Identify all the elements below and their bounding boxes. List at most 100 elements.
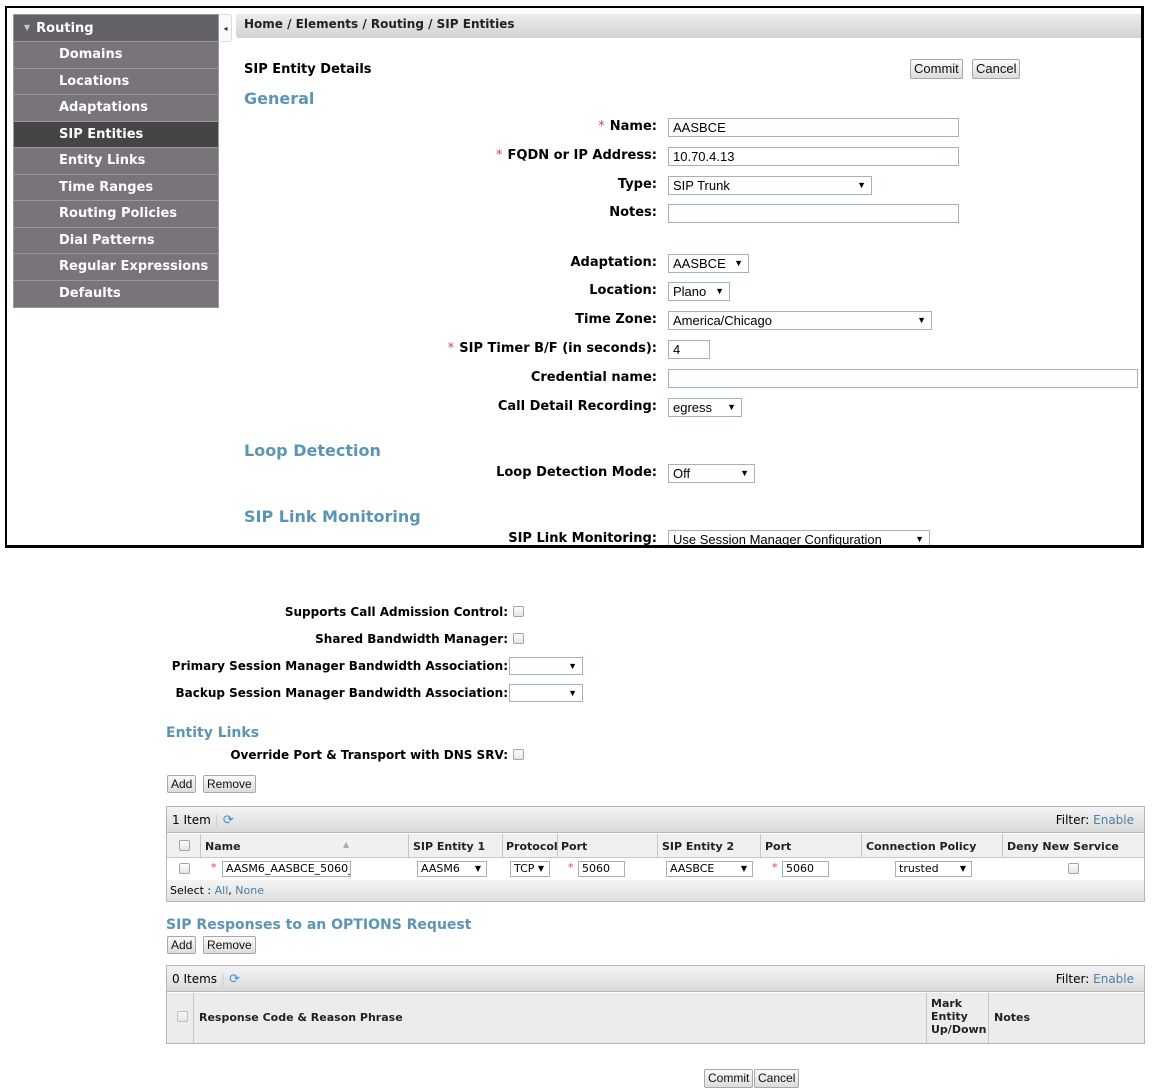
sip-entity-2-select[interactable]: AASBCE ▼ bbox=[666, 861, 753, 877]
column-mark-entity-up-down[interactable]: Mark Entity Up/Down bbox=[931, 997, 987, 1036]
column-response-code[interactable]: Response Code & Reason Phrase bbox=[199, 1011, 403, 1024]
fqdn-input[interactable]: 10.70.4.13 bbox=[668, 147, 959, 166]
sip-responses-remove-button[interactable]: Remove bbox=[203, 936, 256, 954]
select-all-checkbox[interactable] bbox=[179, 840, 190, 851]
sip-responses-table: 0 Items | ⟳ Filter: Enable Response Code &… bbox=[166, 965, 1145, 1044]
sidebar-item-defaults[interactable]: Defaults bbox=[14, 280, 218, 307]
item-count: 0 Items bbox=[172, 972, 218, 986]
column-deny-new-service[interactable]: Deny New Service bbox=[1007, 840, 1119, 853]
filter: Filter: Enable bbox=[1056, 807, 1134, 833]
deny-new-service-checkbox[interactable] bbox=[1068, 863, 1079, 874]
required-marker: * bbox=[211, 861, 217, 874]
dropdown-arrow-icon: ▼ bbox=[915, 534, 924, 544]
connection-policy-select[interactable]: trusted ▼ bbox=[895, 861, 972, 877]
sip-timer-input[interactable]: 4 bbox=[668, 340, 710, 359]
page-title: SIP Entity Details bbox=[244, 62, 372, 77]
column-protocol[interactable]: Protocol bbox=[506, 840, 558, 853]
section-loop-detection: Loop Detection bbox=[244, 441, 381, 460]
column-sip-entity-2[interactable]: SIP Entity 2 bbox=[662, 840, 734, 853]
time-zone-label: Time Zone: bbox=[575, 312, 657, 327]
type-value: SIP Trunk bbox=[673, 178, 730, 193]
name-label-text: Name: bbox=[609, 119, 657, 134]
sip-link-monitoring-select[interactable]: Use Session Manager Configuration ▼ bbox=[668, 530, 930, 547]
filter-enable-link[interactable]: Enable bbox=[1093, 972, 1134, 986]
column-port-1[interactable]: Port bbox=[561, 840, 587, 853]
column-sip-entity-1[interactable]: SIP Entity 1 bbox=[413, 840, 485, 853]
cancel-button-bottom[interactable]: Cancel bbox=[754, 1069, 800, 1088]
sidebar-item-time-ranges[interactable]: Time Ranges bbox=[14, 174, 218, 201]
dropdown-arrow-icon: ▼ bbox=[740, 468, 749, 478]
type-select[interactable]: SIP Trunk ▼ bbox=[668, 176, 872, 195]
time-zone-select[interactable]: America/Chicago ▼ bbox=[668, 311, 932, 330]
sidebar-header-routing[interactable]: ▼ Routing bbox=[14, 15, 218, 42]
column-connection-policy[interactable]: Connection Policy bbox=[866, 840, 976, 853]
required-marker: * bbox=[447, 341, 455, 356]
refresh-icon[interactable]: ⟳ bbox=[223, 813, 234, 828]
collapse-sidebar-icon[interactable]: ◂ bbox=[220, 14, 232, 42]
adaptation-select[interactable]: AASBCE ▼ bbox=[668, 254, 749, 273]
refresh-icon[interactable]: ⟳ bbox=[229, 972, 240, 987]
override-dns-srv-checkbox[interactable] bbox=[513, 749, 524, 760]
credential-label: Credential name: bbox=[530, 370, 657, 385]
commit-button-bottom[interactable]: Commit bbox=[704, 1069, 754, 1088]
commit-button-top[interactable]: Commit bbox=[910, 59, 963, 79]
select-all-checkbox[interactable] bbox=[177, 1011, 188, 1022]
sip-timer-label: * SIP Timer B/F (in seconds): bbox=[448, 341, 657, 356]
sip-entity-1-select[interactable]: AASM6 ▼ bbox=[417, 861, 487, 877]
required-marker: * bbox=[772, 861, 778, 874]
sidebar-item-domains[interactable]: Domains bbox=[14, 42, 218, 69]
credential-input[interactable] bbox=[668, 369, 1138, 388]
expand-icon: ▼ bbox=[24, 23, 31, 32]
sidebar-item-sip-entities[interactable]: SIP Entities bbox=[14, 121, 218, 148]
sidebar-item-locations[interactable]: Locations bbox=[14, 68, 218, 95]
primary-bw-select[interactable]: ▼ bbox=[509, 657, 583, 675]
protocol-select[interactable]: TCP ▼ bbox=[510, 861, 550, 877]
connection-policy-value: trusted bbox=[899, 862, 939, 875]
select-label: Select : bbox=[170, 884, 212, 897]
entity-links-add-button[interactable]: Add bbox=[167, 775, 197, 793]
notes-input[interactable] bbox=[668, 204, 959, 223]
sip-link-monitoring-value: Use Session Manager Configuration bbox=[673, 532, 882, 547]
primary-bw-label: Primary Session Manager Bandwidth Associ… bbox=[171, 659, 508, 673]
cdr-select[interactable]: egress ▼ bbox=[668, 398, 742, 417]
dropdown-arrow-icon: ▼ bbox=[727, 402, 736, 412]
sidebar-item-dial-patterns[interactable]: Dial Patterns bbox=[14, 227, 218, 254]
sidebar-item-entity-links[interactable]: Entity Links bbox=[14, 148, 218, 175]
sidebar-item-adaptations[interactable]: Adaptations bbox=[14, 95, 218, 122]
port-2-input[interactable]: 5060 bbox=[782, 861, 829, 877]
sip-responses-toolbar: 0 Items | ⟳ Filter: Enable bbox=[167, 966, 1144, 992]
shared-bw-checkbox[interactable] bbox=[513, 633, 524, 644]
link-name-input[interactable]: AASM6_AASBCE_5060_T bbox=[222, 861, 351, 877]
select-none-link[interactable]: None bbox=[235, 884, 264, 897]
required-marker: * bbox=[496, 148, 503, 163]
entity-links-toolbar: 1 Item | ⟳ Filter: Enable bbox=[167, 807, 1144, 833]
sip-entity-2-value: AASBCE bbox=[670, 862, 715, 875]
port-1-input[interactable]: 5060 bbox=[578, 861, 625, 877]
column-port-2[interactable]: Port bbox=[765, 840, 791, 853]
column-notes[interactable]: Notes bbox=[994, 1011, 1030, 1024]
name-input[interactable]: AASBCE bbox=[668, 118, 959, 137]
row-checkbox[interactable] bbox=[179, 863, 190, 874]
sort-ascending-icon[interactable]: ▲ bbox=[343, 840, 349, 849]
sip-responses-add-button[interactable]: Add bbox=[167, 936, 197, 954]
dropdown-arrow-icon: ▼ bbox=[740, 864, 747, 873]
required-marker: * bbox=[598, 119, 605, 134]
select-all-link[interactable]: All bbox=[215, 884, 229, 897]
filter-label: Filter: bbox=[1055, 813, 1090, 827]
sidebar-item-routing-policies[interactable]: Routing Policies bbox=[14, 201, 218, 228]
sidebar-item-regular-expressions[interactable]: Regular Expressions bbox=[14, 254, 218, 281]
loop-detection-select[interactable]: Off ▼ bbox=[668, 464, 755, 483]
entity-links-remove-button[interactable]: Remove bbox=[203, 775, 256, 793]
sip-link-monitoring-label: SIP Link Monitoring: bbox=[508, 531, 657, 546]
dropdown-arrow-icon: ▼ bbox=[734, 258, 743, 268]
entity-links-table: 1 Item | ⟳ Filter: Enable Name ▲ SIP Entit… bbox=[166, 806, 1145, 902]
backup-bw-select[interactable]: ▼ bbox=[509, 684, 583, 702]
location-select[interactable]: Plano ▼ bbox=[668, 282, 730, 301]
filter-enable-link[interactable]: Enable bbox=[1093, 813, 1134, 827]
item-count: 1 Item bbox=[172, 813, 211, 827]
cancel-button-top[interactable]: Cancel bbox=[972, 59, 1021, 79]
dropdown-arrow-icon: ▼ bbox=[917, 315, 926, 325]
column-name[interactable]: Name bbox=[205, 840, 241, 853]
dropdown-arrow-icon: ▼ bbox=[474, 864, 481, 873]
supports-cac-checkbox[interactable] bbox=[513, 606, 524, 617]
